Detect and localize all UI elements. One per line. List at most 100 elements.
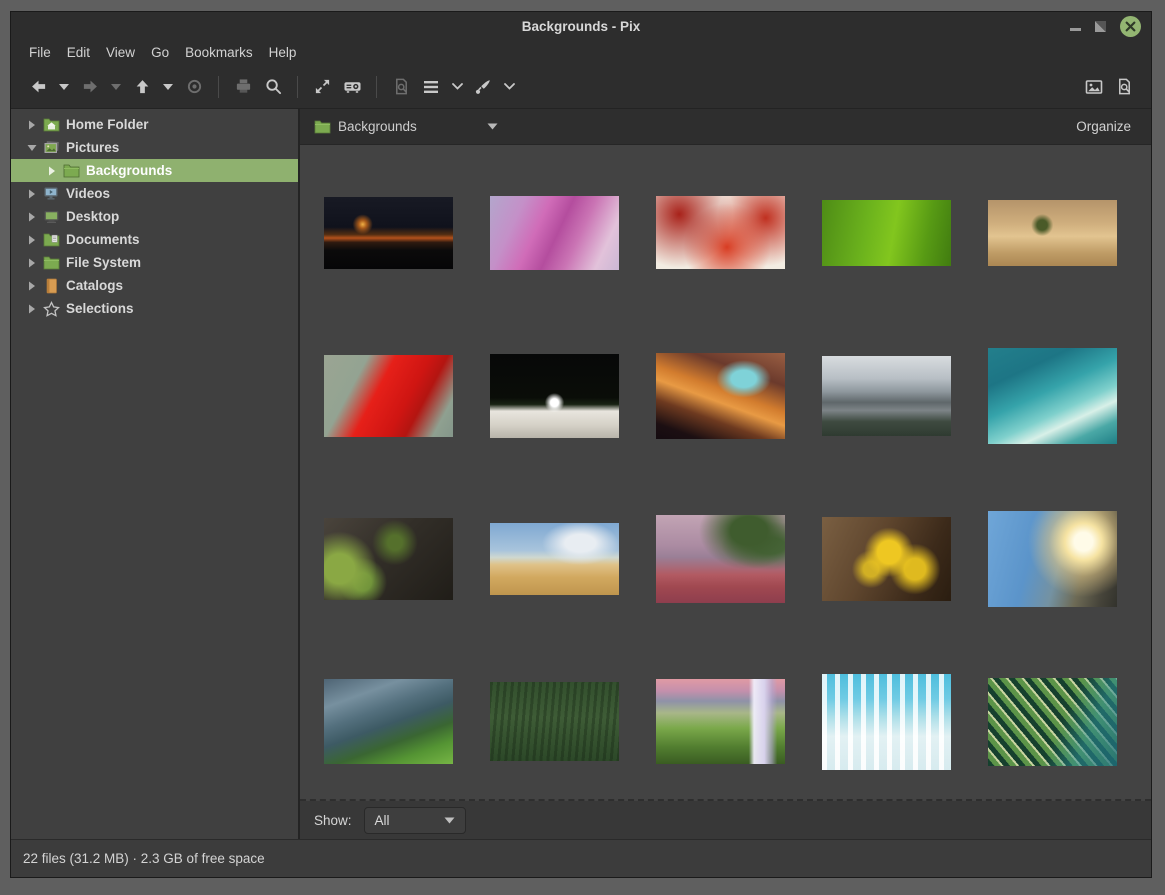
folder-icon	[63, 163, 81, 179]
tools-chevron-button[interactable]	[501, 73, 517, 101]
sidebar-item-label: Pictures	[66, 140, 119, 155]
thumbnail-image[interactable]	[822, 674, 951, 770]
thumbnail-image[interactable]	[988, 678, 1117, 766]
back-button[interactable]	[26, 73, 50, 101]
expander-collapsed-icon[interactable]	[25, 120, 39, 130]
chevron-down-icon	[59, 84, 69, 90]
thumbnail-image[interactable]	[490, 354, 619, 438]
expander-collapsed-icon[interactable]	[25, 281, 39, 291]
sidebar-item-home-folder[interactable]: Home Folder	[11, 113, 298, 136]
home-folder-icon	[43, 117, 61, 133]
show-filter-dropdown[interactable]: All	[364, 807, 466, 834]
up-arrow-icon	[134, 78, 151, 95]
expander-collapsed-icon[interactable]	[25, 235, 39, 245]
tools-button[interactable]	[471, 73, 495, 101]
thumbnail-image[interactable]	[324, 355, 453, 437]
fullscreen-icon	[314, 78, 331, 95]
sidebar-item-backgrounds[interactable]: Backgrounds	[11, 159, 298, 182]
pix-window: Backgrounds - Pix File Edit View Go Book…	[10, 11, 1152, 878]
thumbnail-image[interactable]	[324, 679, 453, 764]
search-button[interactable]	[261, 73, 285, 101]
sidebar-item-label: Home Folder	[66, 117, 149, 132]
toolbar-separator	[218, 76, 219, 98]
sidebar-item-documents[interactable]: Documents	[11, 228, 298, 251]
menu-help[interactable]: Help	[269, 45, 297, 60]
sidebar-item-videos[interactable]: Videos	[11, 182, 298, 205]
image-viewer-button[interactable]	[1082, 73, 1106, 101]
expander-collapsed-icon[interactable]	[45, 166, 59, 176]
thumbnail-image[interactable]	[490, 523, 619, 595]
thumbnail-image[interactable]	[988, 348, 1117, 444]
close-button[interactable]	[1120, 16, 1141, 37]
forward-button[interactable]	[78, 73, 102, 101]
expander-collapsed-icon[interactable]	[25, 304, 39, 314]
menu-file[interactable]: File	[29, 45, 51, 60]
organize-button[interactable]: Organize	[1070, 115, 1137, 138]
thumbnail-image[interactable]	[324, 197, 453, 269]
thumbnail-image[interactable]	[490, 196, 619, 270]
sidebar-item-file-system[interactable]: File System	[11, 251, 298, 274]
menu-go[interactable]: Go	[151, 45, 169, 60]
menu-bookmarks[interactable]: Bookmarks	[185, 45, 253, 60]
expander-collapsed-icon[interactable]	[25, 189, 39, 199]
expander-expanded-icon[interactable]	[25, 144, 39, 152]
sidebar-item-label: Selections	[66, 301, 134, 316]
toolbar-separator	[376, 76, 377, 98]
star-icon	[43, 301, 61, 317]
current-folder-label: Backgrounds	[338, 119, 417, 134]
maximize-button[interactable]	[1095, 21, 1106, 32]
thumbnail-image[interactable]	[656, 515, 785, 603]
thumbnail-image[interactable]	[656, 679, 785, 764]
thumbnail-image[interactable]	[656, 353, 785, 439]
forward-history-button[interactable]	[108, 73, 124, 101]
slideshow-button[interactable]	[340, 73, 364, 101]
thumbnail-image[interactable]	[988, 200, 1117, 266]
expander-collapsed-icon[interactable]	[25, 212, 39, 222]
printer-icon	[235, 78, 252, 95]
view-list-button[interactable]	[419, 73, 443, 101]
location-bar: Backgrounds Organize	[300, 109, 1151, 145]
thumbnail-image[interactable]	[822, 200, 951, 266]
file-properties-button[interactable]	[1112, 73, 1136, 101]
minimize-button[interactable]	[1070, 28, 1081, 31]
sidebar-item-label: Videos	[66, 186, 110, 201]
view-list-chevron-button[interactable]	[449, 73, 465, 101]
sidebar-item-pictures[interactable]: Pictures	[11, 136, 298, 159]
print-button[interactable]	[231, 73, 255, 101]
thumbnail-image[interactable]	[988, 511, 1117, 607]
stop-target-button[interactable]	[182, 73, 206, 101]
thumbnail-image[interactable]	[324, 518, 453, 600]
sidebar-item-label: Documents	[66, 232, 140, 247]
back-history-button[interactable]	[56, 73, 72, 101]
image-icon	[1085, 78, 1103, 96]
folder-dropdown-chevron-icon[interactable]	[487, 123, 498, 130]
menu-view[interactable]: View	[106, 45, 135, 60]
chevron-down-icon	[444, 817, 455, 824]
thumbnail-image[interactable]	[490, 682, 619, 761]
titlebar[interactable]: Backgrounds - Pix	[11, 12, 1151, 40]
sidebar-item-desktop[interactable]: Desktop	[11, 205, 298, 228]
maximize-icon	[1095, 21, 1106, 32]
sidebar-item-selections[interactable]: Selections	[11, 297, 298, 320]
up-button[interactable]	[130, 73, 154, 101]
close-icon	[1125, 21, 1136, 32]
filter-bar: Show: All	[300, 801, 1151, 839]
thumbnail-grid	[300, 145, 1151, 801]
menu-edit[interactable]: Edit	[67, 45, 90, 60]
toolbar	[11, 65, 1151, 109]
status-bar: 22 files (31.2 MB) · 2.3 GB of free spac…	[11, 839, 1151, 877]
expander-collapsed-icon[interactable]	[25, 258, 39, 268]
thumbnail-image[interactable]	[822, 517, 951, 601]
search-icon	[265, 78, 282, 95]
thumbnail-image[interactable]	[822, 356, 951, 436]
menubar: File Edit View Go Bookmarks Help	[11, 40, 1151, 65]
fullscreen-button[interactable]	[310, 73, 334, 101]
file-preview-button[interactable]	[389, 73, 413, 101]
current-folder-button[interactable]: Backgrounds	[314, 119, 498, 134]
thumbnail-row	[324, 314, 1151, 477]
sidebar-item-label: Desktop	[66, 209, 119, 224]
up-history-button[interactable]	[160, 73, 176, 101]
thumbnail-image[interactable]	[656, 196, 785, 269]
document-magnifier-icon	[393, 78, 410, 95]
sidebar-item-catalogs[interactable]: Catalogs	[11, 274, 298, 297]
